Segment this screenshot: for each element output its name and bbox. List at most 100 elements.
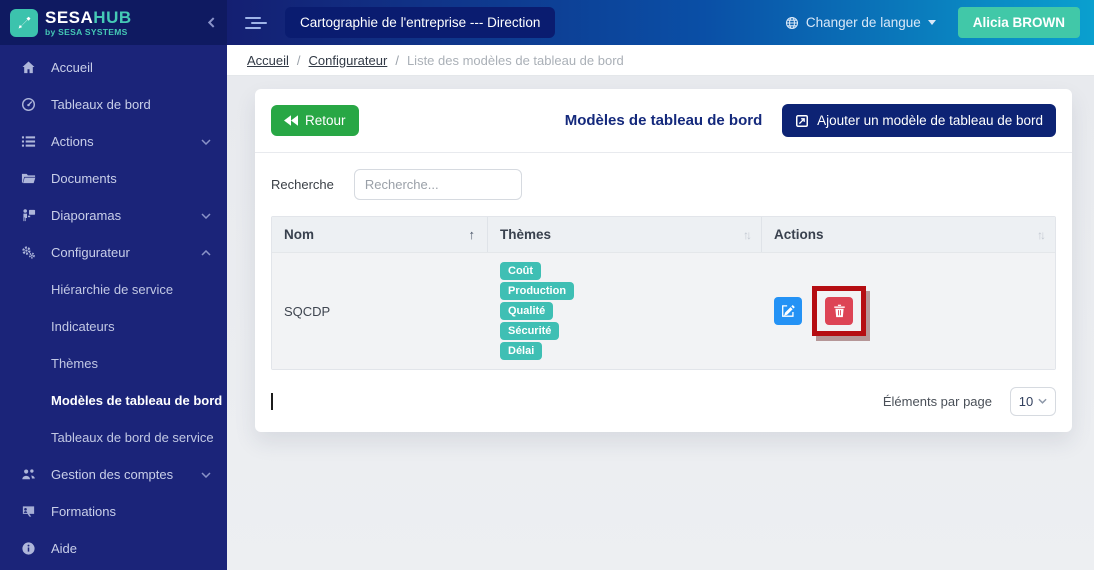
gears-icon bbox=[18, 245, 38, 260]
sidebar-collapse-button[interactable] bbox=[208, 17, 215, 28]
back-button[interactable]: Retour bbox=[271, 105, 359, 136]
sidebar-subitem-label: Hiérarchie de service bbox=[51, 282, 173, 297]
brand-tagline: by SESA SYSTEMS bbox=[45, 28, 132, 37]
sidebar-subitem-tableaux-de-bord-de-service[interactable]: Tableaux de bord de service bbox=[0, 419, 227, 456]
breadcrumb-link-accueil[interactable]: Accueil bbox=[247, 53, 289, 68]
theme-badge: Coût bbox=[500, 262, 541, 280]
chevron-up-icon bbox=[201, 250, 211, 256]
column-label: Actions bbox=[774, 227, 824, 242]
column-header-nom[interactable]: Nom ↑ bbox=[272, 217, 488, 252]
sidebar-toggle-icon[interactable] bbox=[245, 17, 267, 29]
sidebar-item-gestion-des-comptes[interactable]: Gestion des comptes bbox=[0, 456, 227, 493]
globe-icon bbox=[785, 16, 799, 30]
trash-icon bbox=[833, 304, 846, 318]
table-header: Nom ↑ Thèmes ↑↓ Actions ↑↓ bbox=[272, 217, 1055, 252]
breadcrumb-current: Liste des modèles de tableau de bord bbox=[407, 53, 624, 68]
context-selector-button[interactable]: Cartographie de l'entreprise --- Directi… bbox=[285, 7, 555, 38]
search-row: Recherche bbox=[271, 169, 1056, 200]
per-page-label: Éléments par page bbox=[883, 394, 992, 409]
topbar-right: Changer de langue Alicia BROWN bbox=[785, 7, 1080, 38]
card-header: Retour Modèles de tableau de bord Ajoute… bbox=[255, 89, 1072, 153]
presentation-icon bbox=[18, 208, 38, 223]
sidebar-item-label: Configurateur bbox=[51, 245, 130, 260]
cell-name: SQCDP bbox=[272, 253, 488, 369]
sidebar-item-formations[interactable]: Formations bbox=[0, 493, 227, 530]
sidebar-item-label: Documents bbox=[51, 171, 117, 186]
app-root: SESAHUB by SESA SYSTEMS Accueil Tableaux… bbox=[0, 0, 1094, 570]
sort-both-icon: ↑↓ bbox=[743, 228, 749, 242]
change-language-button[interactable]: Changer de langue bbox=[785, 15, 936, 30]
sidebar-item-diaporamas[interactable]: Diaporamas bbox=[0, 197, 227, 234]
sort-asc-icon: ↑ bbox=[469, 227, 476, 242]
column-label: Thèmes bbox=[500, 227, 551, 242]
breadcrumb: Accueil / Configurateur / Liste des modè… bbox=[227, 45, 1094, 76]
cell-actions bbox=[762, 253, 1055, 369]
training-icon bbox=[18, 504, 38, 519]
logo-text: SESAHUB by SESA SYSTEMS bbox=[45, 9, 132, 37]
info-icon bbox=[18, 541, 38, 556]
edit-button[interactable] bbox=[774, 297, 802, 325]
delete-button[interactable] bbox=[825, 297, 853, 325]
folder-icon bbox=[18, 171, 38, 186]
theme-badge: Délai bbox=[500, 342, 542, 360]
content-area: Retour Modèles de tableau de bord Ajoute… bbox=[227, 76, 1094, 570]
per-page-value: 10 bbox=[1019, 394, 1033, 409]
sidebar-item-label: Formations bbox=[51, 504, 116, 519]
models-card: Retour Modèles de tableau de bord Ajoute… bbox=[255, 89, 1072, 432]
user-profile-button[interactable]: Alicia BROWN bbox=[958, 7, 1080, 38]
search-input[interactable] bbox=[354, 169, 522, 200]
change-language-label: Changer de langue bbox=[806, 15, 921, 30]
column-header-themes[interactable]: Thèmes ↑↓ bbox=[488, 217, 762, 252]
sesahub-logo-icon bbox=[10, 9, 38, 37]
edit-icon bbox=[781, 304, 795, 318]
sidebar-subitem-label: Indicateurs bbox=[51, 319, 115, 334]
sidebar-subitem-label: Modèles de tableau de bord bbox=[51, 393, 222, 408]
sidebar-item-documents[interactable]: Documents bbox=[0, 160, 227, 197]
sidebar-subitem-modeles-de-tableau-de-bord[interactable]: Modèles de tableau de bord bbox=[0, 382, 227, 419]
text-cursor-artifact bbox=[271, 393, 273, 410]
sidebar-item-label: Gestion des comptes bbox=[51, 467, 173, 482]
main-area: Cartographie de l'entreprise --- Directi… bbox=[227, 0, 1094, 570]
sidebar: SESAHUB by SESA SYSTEMS Accueil Tableaux… bbox=[0, 0, 227, 570]
chevron-down-icon bbox=[1038, 398, 1047, 404]
brand-secondary: HUB bbox=[93, 8, 131, 27]
theme-badge: Production bbox=[500, 282, 574, 300]
sort-both-icon: ↑↓ bbox=[1037, 228, 1043, 242]
add-board-icon bbox=[795, 114, 809, 128]
sidebar-subitem-label: Thèmes bbox=[51, 356, 98, 371]
sidebar-subitem-hierarchie-de-service[interactable]: Hiérarchie de service bbox=[0, 271, 227, 308]
users-icon bbox=[18, 467, 38, 482]
theme-badge: Sécurité bbox=[500, 322, 559, 340]
list-icon bbox=[18, 134, 38, 149]
chevron-down-icon bbox=[201, 139, 211, 145]
sidebar-nav: Accueil Tableaux de bord Actions Documen… bbox=[0, 45, 227, 567]
annotation-highlight-delete bbox=[812, 286, 866, 336]
sidebar-item-accueil[interactable]: Accueil bbox=[0, 49, 227, 86]
breadcrumb-link-configurateur[interactable]: Configurateur bbox=[309, 53, 388, 68]
sidebar-subitem-indicateurs[interactable]: Indicateurs bbox=[0, 308, 227, 345]
column-header-actions[interactable]: Actions ↑↓ bbox=[762, 217, 1055, 252]
add-model-button-label: Ajouter un modèle de tableau de bord bbox=[817, 113, 1043, 128]
breadcrumb-separator: / bbox=[297, 53, 301, 68]
column-label: Nom bbox=[284, 227, 314, 242]
sidebar-item-aide[interactable]: Aide bbox=[0, 530, 227, 567]
home-icon bbox=[18, 60, 38, 75]
sidebar-item-label: Accueil bbox=[51, 60, 93, 75]
sidebar-item-actions[interactable]: Actions bbox=[0, 123, 227, 160]
models-table: Nom ↑ Thèmes ↑↓ Actions ↑↓ bbox=[271, 216, 1056, 370]
dashboard-icon bbox=[18, 97, 38, 112]
rewind-icon bbox=[284, 115, 298, 126]
theme-badge: Qualité bbox=[500, 302, 553, 320]
back-button-label: Retour bbox=[305, 113, 346, 128]
sidebar-subitem-label: Tableaux de bord de service bbox=[51, 430, 214, 445]
per-page-control: Éléments par page 10 bbox=[883, 387, 1056, 416]
add-model-button[interactable]: Ajouter un modèle de tableau de bord bbox=[782, 104, 1056, 137]
search-label: Recherche bbox=[271, 177, 334, 192]
sidebar-item-configurateur[interactable]: Configurateur bbox=[0, 234, 227, 271]
sidebar-item-label: Tableaux de bord bbox=[51, 97, 151, 112]
chevron-down-icon bbox=[201, 472, 211, 478]
chevron-left-icon bbox=[208, 17, 215, 28]
per-page-select[interactable]: 10 bbox=[1010, 387, 1056, 416]
sidebar-subitem-themes[interactable]: Thèmes bbox=[0, 345, 227, 382]
sidebar-item-tableaux-de-bord[interactable]: Tableaux de bord bbox=[0, 86, 227, 123]
